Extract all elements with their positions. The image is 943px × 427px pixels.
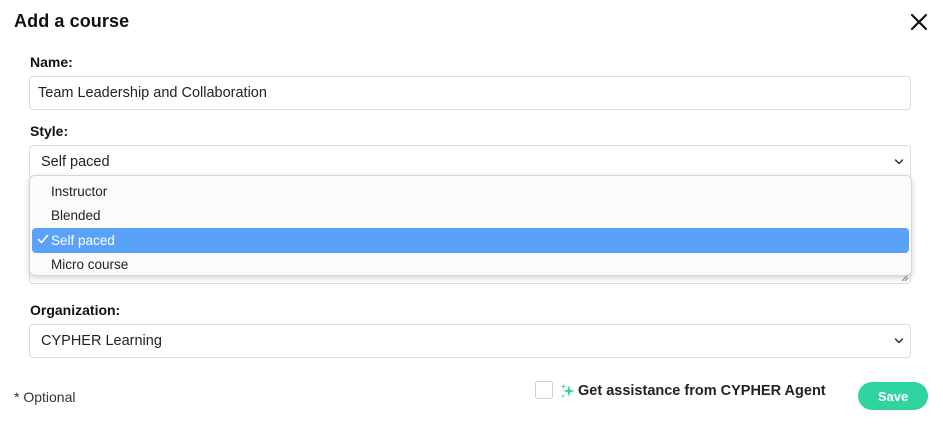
style-option-instructor[interactable]: Instructor xyxy=(30,179,911,204)
checkmark-icon xyxy=(37,234,49,244)
name-input-value: Team Leadership and Collaboration xyxy=(38,85,267,101)
close-icon xyxy=(910,13,928,31)
style-label: Style: xyxy=(30,123,69,139)
style-select[interactable]: Self paced xyxy=(29,145,911,179)
close-button[interactable] xyxy=(906,9,932,35)
style-option-blended[interactable]: Blended xyxy=(30,204,911,229)
save-button[interactable]: Save xyxy=(858,382,928,410)
organization-select-value: CYPHER Learning xyxy=(41,333,162,349)
organization-label: Organization: xyxy=(30,302,121,318)
style-dropdown-list: Instructor Blended Self paced Micro cour… xyxy=(29,175,912,276)
style-select-value: Self paced xyxy=(41,154,110,170)
assist-label[interactable]: Get assistance from CYPHER Agent xyxy=(578,383,826,399)
assist-checkbox[interactable] xyxy=(535,381,553,399)
sparkle-icon xyxy=(561,384,575,398)
chevron-down-icon xyxy=(894,338,904,344)
optional-note: * Optional xyxy=(14,389,76,405)
style-option-self-paced[interactable]: Self paced xyxy=(32,228,909,253)
chevron-down-icon xyxy=(894,159,904,165)
name-input[interactable]: Team Leadership and Collaboration xyxy=(29,76,911,110)
name-label: Name: xyxy=(30,54,73,70)
dialog-title: Add a course xyxy=(14,11,130,31)
organization-select[interactable]: CYPHER Learning xyxy=(29,324,911,358)
style-option-micro-course[interactable]: Micro course xyxy=(30,253,911,278)
